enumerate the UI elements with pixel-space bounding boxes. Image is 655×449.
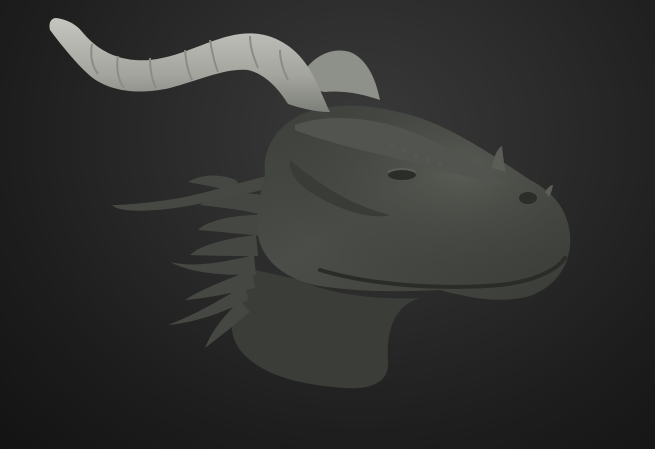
dragon-sculpt-render	[49, 18, 571, 389]
sculpt-viewport[interactable]	[0, 0, 655, 449]
main-horn	[49, 18, 331, 112]
nostril	[519, 192, 537, 204]
nose-horn	[492, 146, 506, 172]
eye	[388, 170, 416, 180]
